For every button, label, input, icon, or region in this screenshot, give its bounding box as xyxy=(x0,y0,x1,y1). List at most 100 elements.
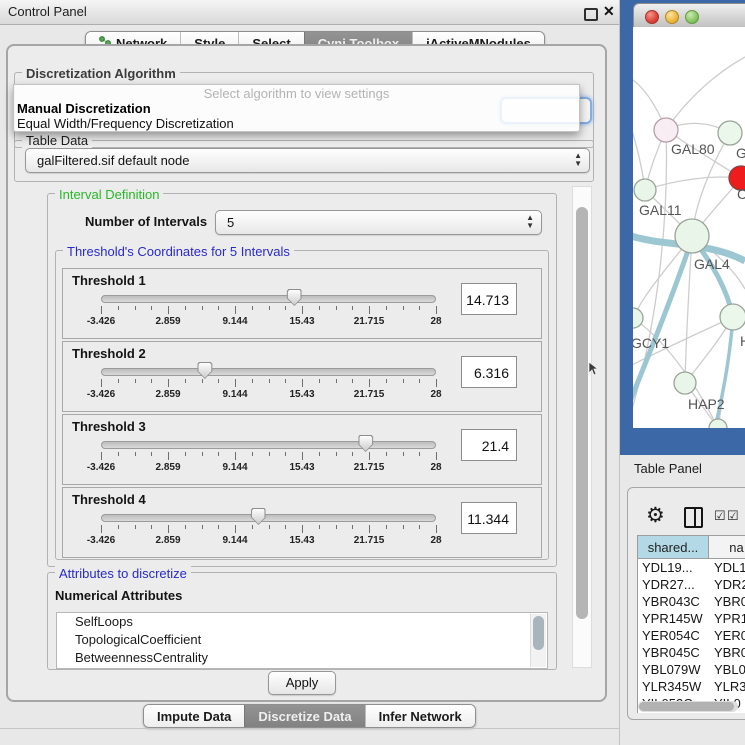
tab-discretize-data[interactable]: Discretize Data xyxy=(244,705,364,727)
threshold-row: Threshold 4 -3.4262.8599.14415.4321.71528… xyxy=(62,487,542,558)
main-scrollbar[interactable] xyxy=(572,186,592,668)
popup-item-manual-discretization[interactable]: Manual Discretization xyxy=(17,101,151,116)
cell-shared-name: YBL079W xyxy=(642,662,701,677)
combo-arrows-icon: ▲▼ xyxy=(526,214,534,230)
mouse-cursor xyxy=(588,362,599,376)
checkbox-icon[interactable]: ☑ xyxy=(714,508,726,524)
threshold-slider[interactable]: -3.4262.8599.14415.4321.71528 xyxy=(101,510,436,550)
table-row[interactable]: YBR045CYBR0 xyxy=(638,645,745,662)
column-header-shared-name[interactable]: shared... xyxy=(638,536,709,559)
network-node[interactable] xyxy=(720,304,745,330)
cell-shared-name: YBR043C xyxy=(642,594,700,609)
threshold-slider[interactable]: -3.4262.8599.14415.4321.71528 xyxy=(101,364,436,404)
node-label: HAP2 xyxy=(688,396,725,412)
table-data-selected: galFiltered.sif default node xyxy=(37,153,189,168)
threshold-value-field[interactable]: 6.316 xyxy=(461,356,517,388)
threshold-label: Threshold 4 xyxy=(72,492,146,507)
network-node[interactable] xyxy=(654,118,678,142)
cell-name: YPR1 xyxy=(714,611,745,626)
close-icon[interactable]: ✕ xyxy=(603,3,615,20)
cell-name: YBR0 xyxy=(714,645,745,660)
slider-thumb[interactable] xyxy=(287,289,302,306)
slider-tick-labels: -3.4262.8599.14415.4321.71528 xyxy=(101,389,436,401)
network-canvas[interactable]: GAL80GCGAL11GAL4GCY1HHAP2 xyxy=(633,27,745,428)
table-row[interactable]: YER054CYER0 xyxy=(638,628,745,645)
bottom-tabbar: Impute Data Discretize Data Infer Network xyxy=(143,704,476,728)
slider-track[interactable] xyxy=(101,368,436,376)
slider-ticks xyxy=(101,452,436,460)
attributes-group-title: Attributes to discretize xyxy=(55,566,191,581)
network-node[interactable] xyxy=(718,121,742,145)
gear-icon[interactable]: ⚙ xyxy=(646,503,665,528)
algorithm-hint: Select algorithm to view settings xyxy=(14,86,579,101)
node-table: shared... na YDL19...YDL1YDR27...YDR2YBR… xyxy=(637,535,745,713)
column-layout-icon[interactable] xyxy=(684,507,703,528)
threshold-value-field[interactable]: 11.344 xyxy=(461,502,517,534)
tab-impute-data[interactable]: Impute Data xyxy=(144,705,244,727)
slider-ticks xyxy=(101,525,436,533)
table-row[interactable]: YDL19...YDL1 xyxy=(638,560,745,577)
node-label: H xyxy=(740,333,745,349)
node-label: C xyxy=(737,186,745,202)
attribute-list-item[interactable]: TopologicalCoefficient xyxy=(57,631,547,649)
cell-name: YBL0 xyxy=(714,662,745,677)
tab-infer-network[interactable]: Infer Network xyxy=(365,705,475,727)
table-data-combobox[interactable]: galFiltered.sif default node ▲▼ xyxy=(25,148,590,173)
threshold-slider[interactable]: -3.4262.8599.14415.4321.71528 xyxy=(101,437,436,477)
zoom-traffic-light[interactable] xyxy=(685,10,699,24)
slider-thumb[interactable] xyxy=(358,435,373,452)
table-row[interactable]: YPR145W YPR1 xyxy=(638,611,745,628)
network-edge[interactable] xyxy=(645,177,741,190)
table-row[interactable]: YBR043C YBR0 xyxy=(638,594,745,611)
table-hscrollbar-thumb[interactable] xyxy=(639,702,734,711)
threshold-value-field[interactable]: 21.4 xyxy=(461,429,517,461)
apply-button[interactable]: Apply xyxy=(268,671,336,695)
discretization-algorithm-title: Discretization Algorithm xyxy=(22,66,180,81)
slider-track[interactable] xyxy=(101,295,436,303)
table-row[interactable]: YDR27...YDR2 xyxy=(638,577,745,594)
column-header-name[interactable]: na xyxy=(709,536,745,559)
threshold-label: Threshold 3 xyxy=(72,419,146,434)
attributes-scrollbar-thumb[interactable] xyxy=(533,616,544,650)
checkbox-icon[interactable]: ☑ xyxy=(727,508,739,524)
node-label: G xyxy=(736,145,745,161)
network-node[interactable] xyxy=(709,419,727,428)
network-node[interactable] xyxy=(634,179,656,201)
slider-ticks xyxy=(101,306,436,314)
slider-track[interactable] xyxy=(101,441,436,449)
network-window-titlebar[interactable] xyxy=(633,3,745,29)
threshold-row: Threshold 2 -3.4262.8599.14415.4321.71528… xyxy=(62,341,542,412)
cell-shared-name: YPR145W xyxy=(642,611,703,626)
cell-name: YBR0 xyxy=(714,594,745,609)
network-node[interactable] xyxy=(674,372,696,394)
slider-thumb[interactable] xyxy=(251,508,266,525)
attribute-list-item[interactable]: BetweennessCentrality xyxy=(57,649,547,667)
table-row[interactable]: YLR345WYLR3 xyxy=(638,679,745,696)
network-node[interactable] xyxy=(675,219,709,253)
popup-item-equal-width-frequency[interactable]: Equal Width/Frequency Discretization xyxy=(17,116,234,131)
network-edge[interactable] xyxy=(633,107,645,190)
slider-thumb[interactable] xyxy=(197,362,212,379)
slider-ticks xyxy=(101,379,436,387)
numerical-attributes-list[interactable]: SelfLoopsTopologicalCoefficientBetweenne… xyxy=(56,612,548,669)
tab-label: Discretize Data xyxy=(258,709,351,724)
number-of-intervals-combobox[interactable]: 5 ▲▼ xyxy=(215,210,542,235)
close-traffic-light[interactable] xyxy=(645,10,659,24)
attributes-scrollbar[interactable] xyxy=(530,614,546,667)
cell-shared-name: YDR27... xyxy=(642,577,695,592)
slider-track[interactable] xyxy=(101,514,436,522)
threshold-slider[interactable]: -3.4262.8599.14415.4321.71528 xyxy=(101,291,436,331)
threshold-value-field[interactable]: 14.713 xyxy=(461,283,517,315)
main-scrollbar-thumb[interactable] xyxy=(576,207,588,619)
table-row[interactable]: YBL079W YBL0 xyxy=(638,662,745,679)
attribute-list-item[interactable]: SelfLoops xyxy=(57,613,547,631)
threshold-label: Threshold 2 xyxy=(72,346,146,361)
minimize-traffic-light[interactable] xyxy=(665,10,679,24)
algorithm-dropdown-popup: Select algorithm to view settings Manual… xyxy=(13,84,580,132)
cell-shared-name: YER054C xyxy=(642,628,700,643)
cell-shared-name: YDL19... xyxy=(642,560,693,575)
network-edge[interactable] xyxy=(666,57,745,130)
float-window-icon[interactable] xyxy=(584,8,598,21)
numerical-attributes-label: Numerical Attributes xyxy=(55,588,182,603)
table-horizontal-scrollbar[interactable] xyxy=(638,701,738,712)
